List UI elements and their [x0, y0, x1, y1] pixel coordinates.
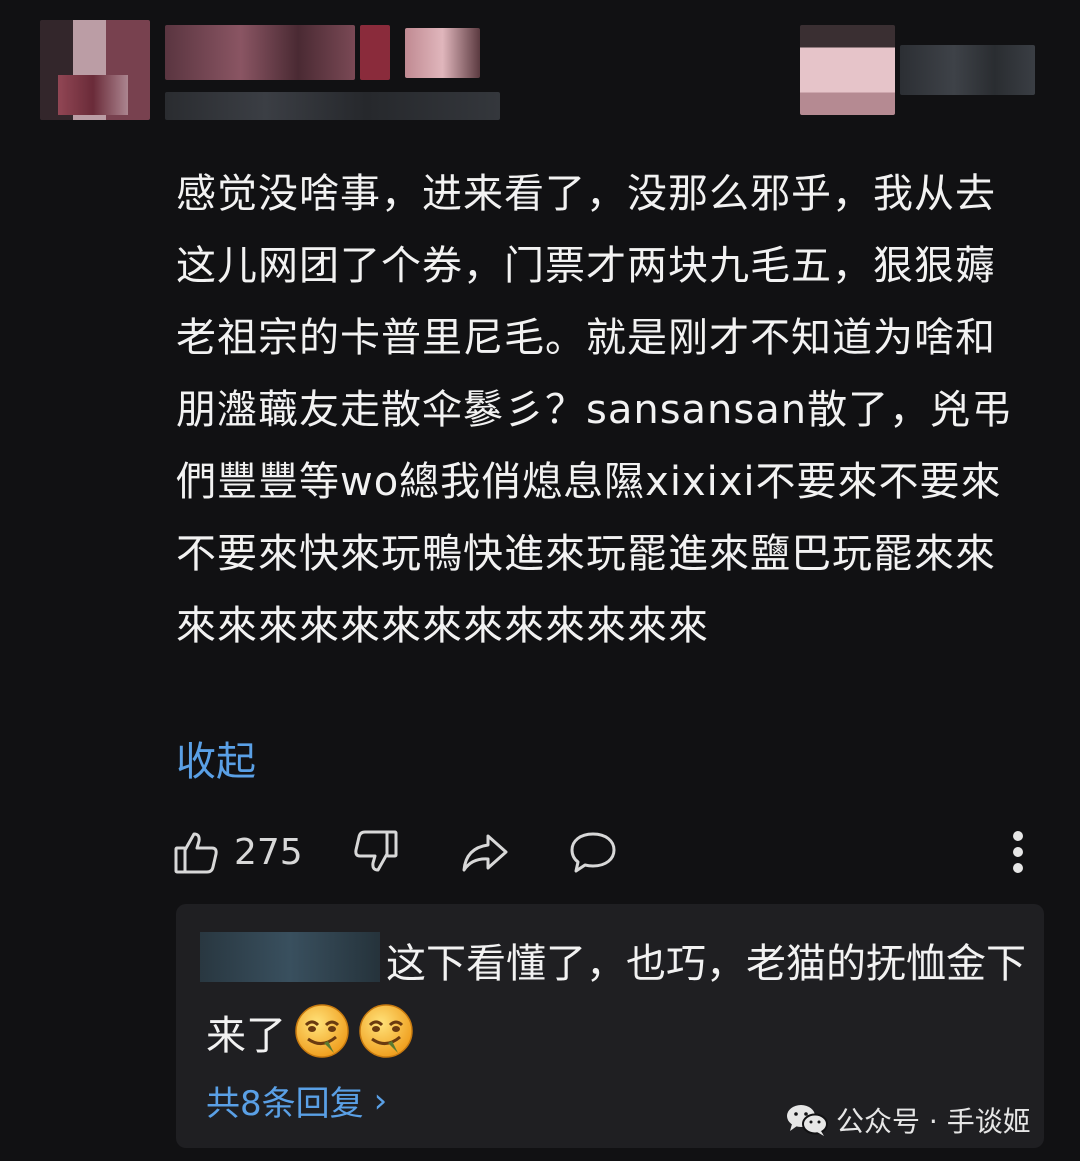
commenter-avatar[interactable] — [40, 20, 150, 120]
right-avatar[interactable] — [800, 25, 895, 115]
commenter-name-censored[interactable] — [165, 25, 355, 80]
right-name-censored — [900, 45, 1035, 95]
commenter-name-censored-3 — [405, 28, 480, 78]
more-replies-label: 共8条回复 — [206, 1084, 364, 1124]
chevron-right-icon: › — [373, 1080, 388, 1121]
reply-button[interactable] — [568, 822, 618, 882]
collapse-link[interactable]: 收起 — [176, 734, 256, 790]
like-button[interactable]: 275 — [172, 822, 303, 882]
smirk-emoji-icon — [359, 1004, 413, 1058]
thumbs-up-icon — [174, 832, 218, 874]
comment-bubble-icon — [570, 832, 616, 873]
comment-body: 感觉没啥事，进来看了，没那么邪乎，我从去这儿网团了个券，门票才两块九毛五，狠狠薅… — [176, 171, 1013, 649]
dislike-button[interactable] — [352, 822, 400, 882]
wechat-icon — [787, 1105, 828, 1136]
share-icon — [462, 834, 508, 872]
more-options-button[interactable] — [1010, 822, 1026, 882]
view-more-replies-link[interactable]: 共8条回复 › — [206, 1076, 387, 1125]
comment-action-bar: 275 — [172, 822, 1042, 882]
more-vertical-icon — [1013, 831, 1023, 873]
like-count: 275 — [234, 831, 303, 873]
watermark-text: 公众号 · 手谈姬 — [836, 1105, 1031, 1138]
smirk-emoji-icon — [295, 1004, 349, 1058]
reply-body: 这下看懂了，也巧，老猫的抚恤金下来了 — [206, 928, 1026, 1072]
commenter-meta-censored — [165, 92, 500, 120]
commenter-name-censored-2 — [360, 25, 390, 80]
share-button[interactable] — [460, 822, 510, 882]
thumbs-down-icon — [354, 830, 398, 872]
watermark: 公众号 · 手谈姬 — [786, 1100, 1031, 1140]
